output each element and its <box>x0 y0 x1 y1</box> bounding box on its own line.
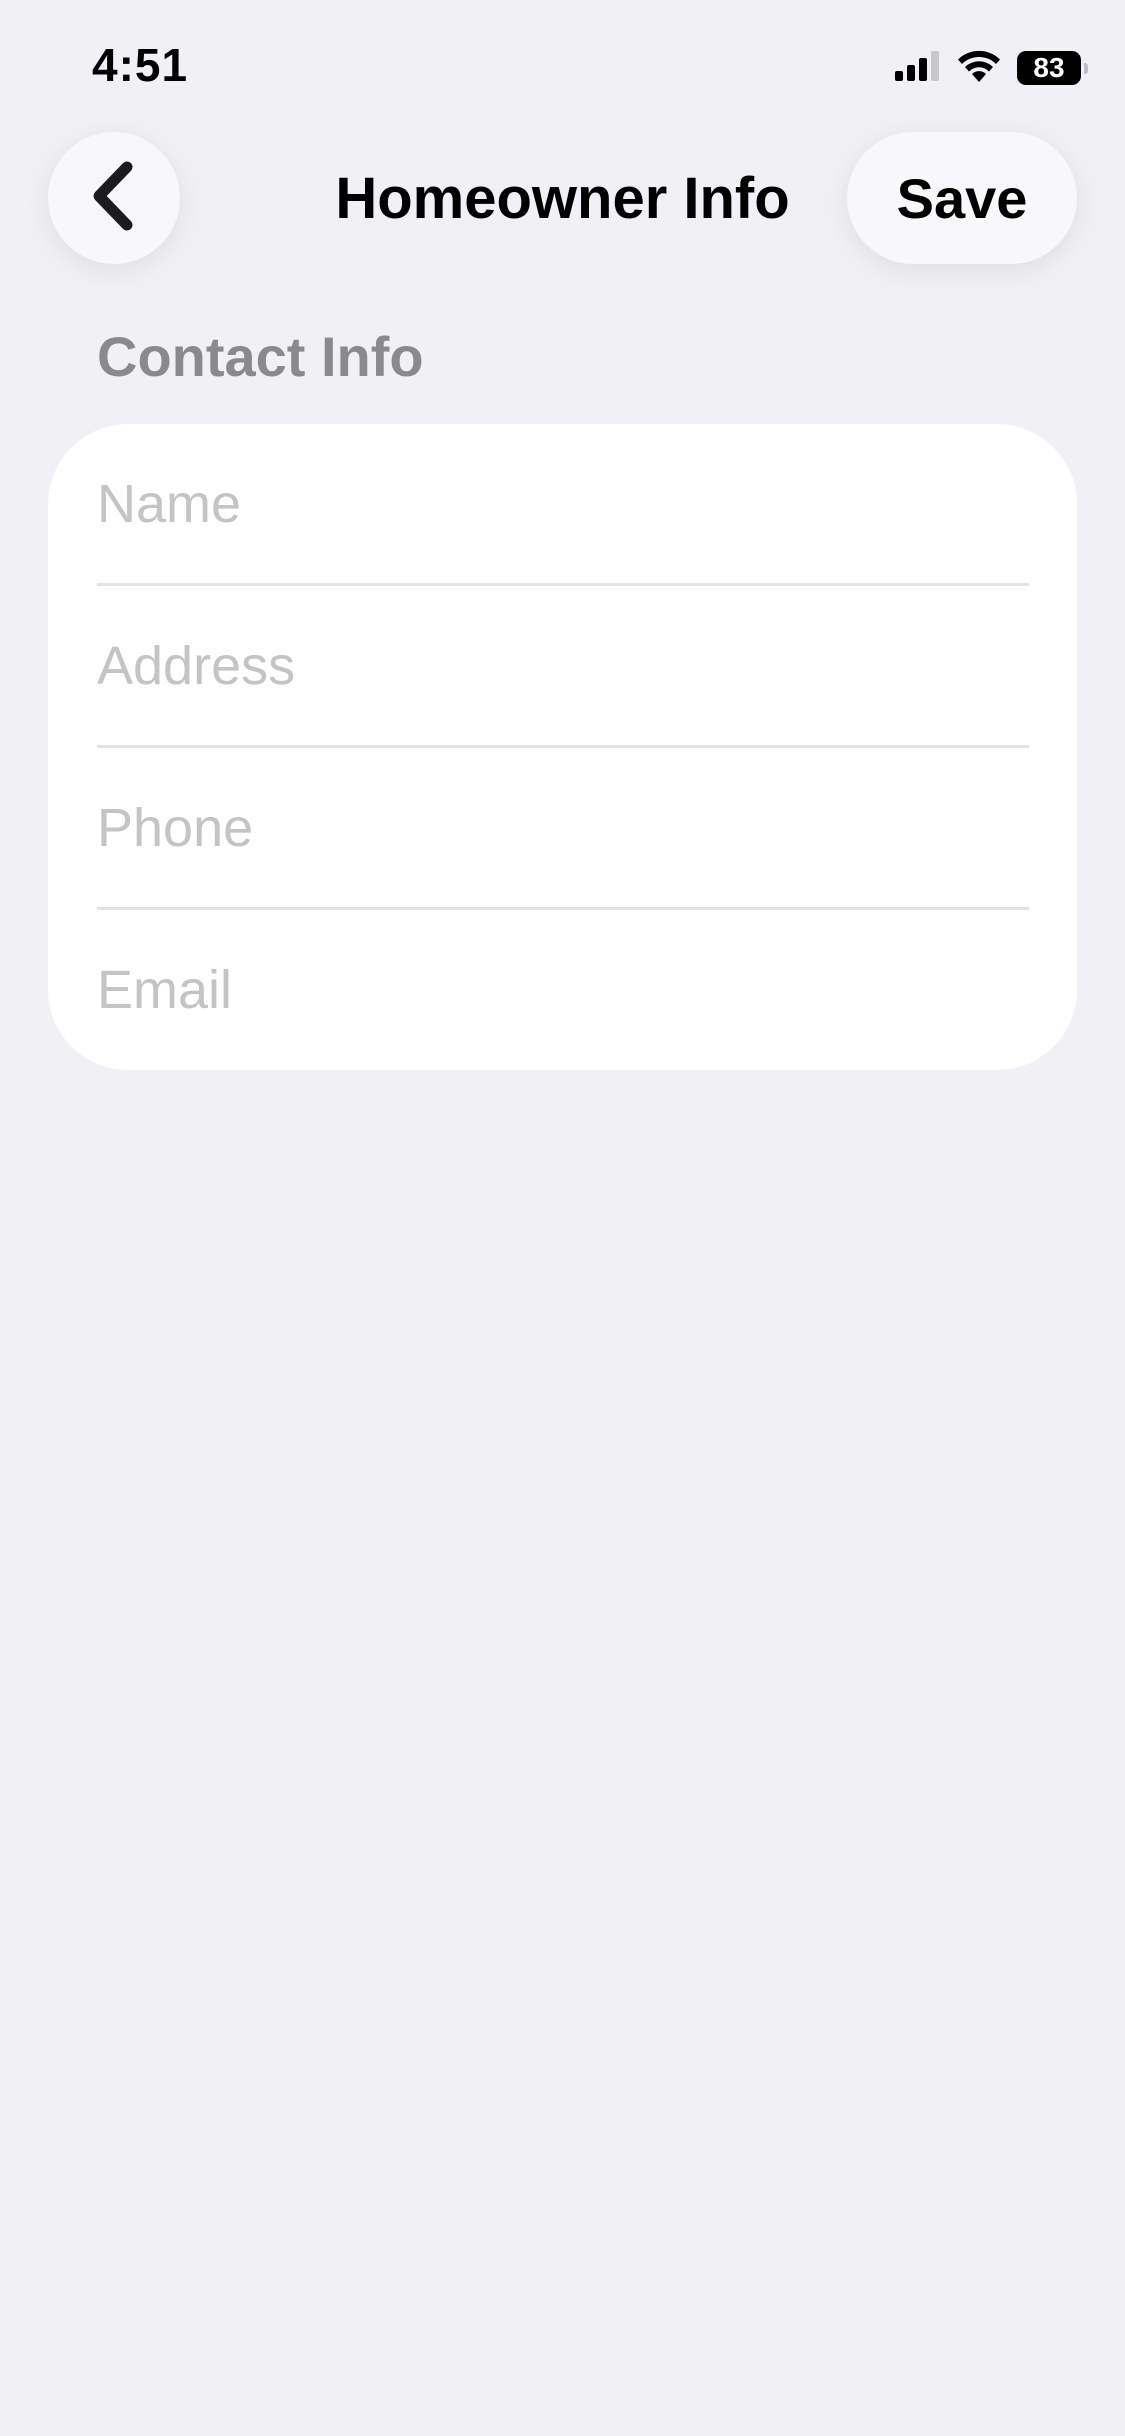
wifi-icon <box>957 48 1001 87</box>
save-button[interactable]: Save <box>847 132 1077 264</box>
email-row <box>97 910 1029 1070</box>
section-header-contact-info: Contact Info <box>97 325 424 388</box>
cellular-signal-icon <box>895 49 941 86</box>
name-row <box>97 424 1029 586</box>
phone-row <box>97 748 1029 910</box>
status-icons: 83 <box>895 48 1088 87</box>
status-bar: 4:51 83 <box>0 0 1125 140</box>
address-field[interactable] <box>97 626 1029 706</box>
contact-info-card <box>48 424 1077 1070</box>
name-field[interactable] <box>97 464 1029 544</box>
battery-level: 83 <box>1033 51 1065 83</box>
status-time: 4:51 <box>92 39 189 91</box>
email-field[interactable] <box>97 950 1029 1030</box>
address-row <box>97 586 1029 748</box>
phone-field[interactable] <box>97 788 1029 868</box>
nav-bar: Homeowner Info Save <box>0 130 1125 266</box>
battery-icon: 83 <box>1017 50 1088 85</box>
